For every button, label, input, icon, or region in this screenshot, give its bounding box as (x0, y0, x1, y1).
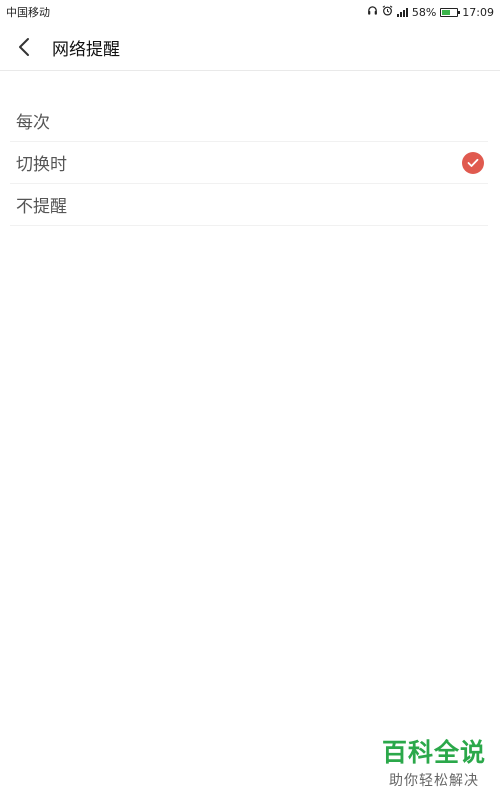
option-label: 不提醒 (16, 197, 67, 217)
watermark: 百科全说 助你轻松解决 (382, 733, 486, 790)
watermark-subtitle: 助你轻松解决 (388, 773, 479, 789)
alarm-icon (382, 5, 393, 19)
status-icons: 58% 17:09 (367, 5, 494, 19)
back-button[interactable] (0, 24, 48, 71)
chevron-left-icon (19, 38, 29, 56)
option-list: 每次 切换时 不提醒 (10, 100, 488, 226)
option-label: 切换时 (16, 155, 67, 175)
carrier-label: 中国移动 (6, 6, 50, 19)
option-label: 每次 (16, 113, 50, 133)
battery-percent: 58% (411, 5, 437, 19)
headset-icon (367, 5, 378, 19)
clock: 17:09 (462, 5, 494, 19)
page-title: 网络提醒 (52, 39, 120, 60)
header: 网络提醒 (0, 24, 500, 71)
option-on-switch[interactable]: 切换时 (10, 142, 488, 184)
check-icon (462, 151, 484, 174)
status-bar: 中国移动 58% 17:09 (0, 0, 500, 24)
option-never[interactable]: 不提醒 (10, 184, 488, 226)
signal-icon (396, 7, 408, 17)
option-every-time[interactable]: 每次 (10, 100, 488, 142)
watermark-title: 百科全说 (381, 738, 486, 767)
battery-icon (440, 7, 461, 17)
